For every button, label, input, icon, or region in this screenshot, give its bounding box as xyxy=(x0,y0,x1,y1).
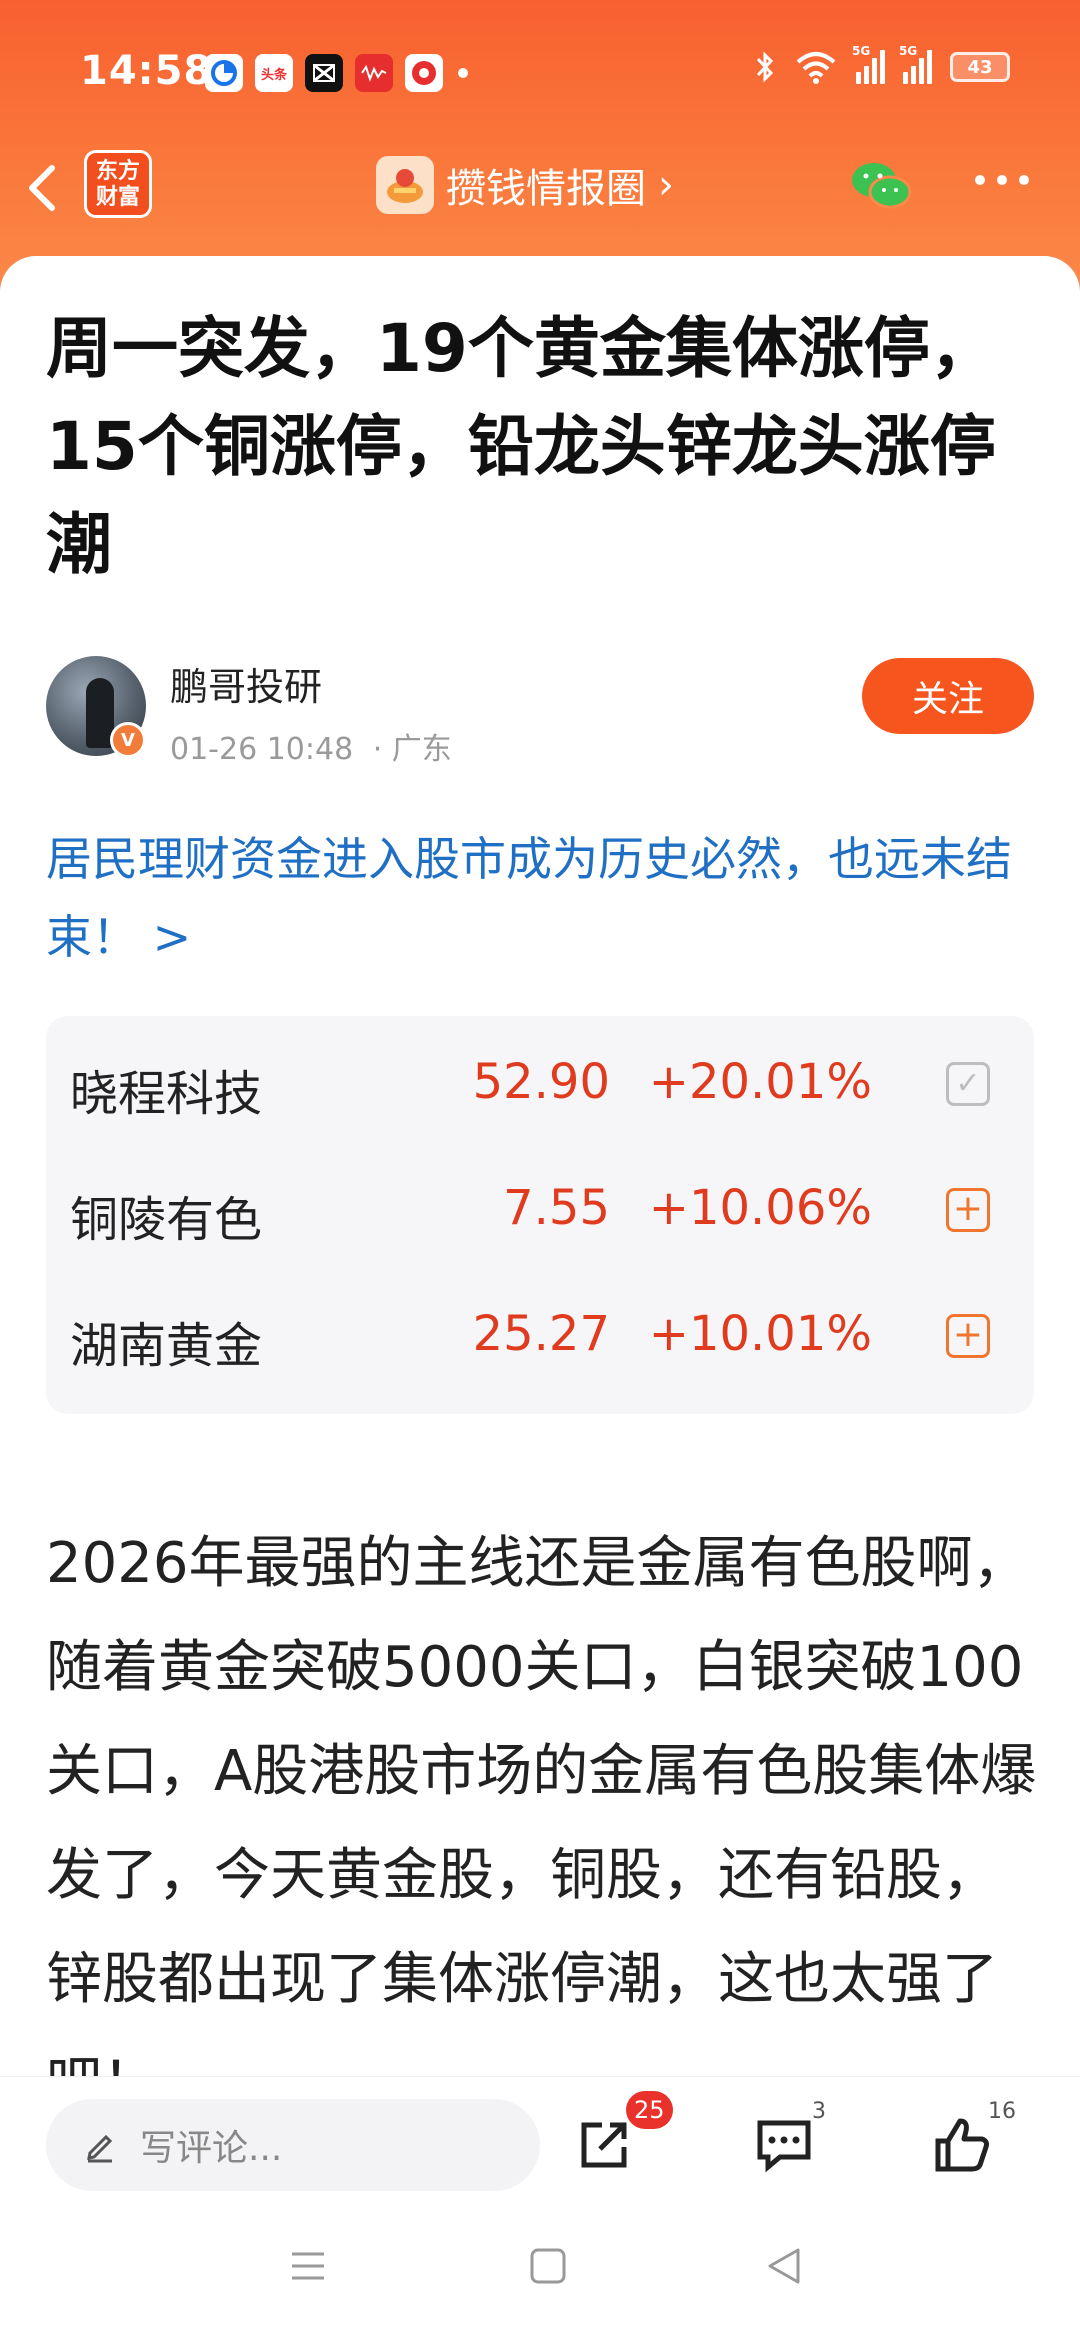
add-watchlist-icon[interactable]: + xyxy=(946,1188,990,1232)
watchlist-checked-icon[interactable]: ✓ xyxy=(946,1062,990,1106)
signal-5g-icon: 5G xyxy=(852,44,885,84)
post-location: · 广东 xyxy=(372,732,452,767)
article-body: 2026年最强的主线还是金属有色股啊，随着黄金突破5000关口，白银突破100关… xyxy=(46,1531,1037,2080)
more-options-icon[interactable] xyxy=(972,150,1032,201)
post-time: 01-26 10:48 xyxy=(170,732,354,767)
verified-badge: V xyxy=(110,722,146,758)
chevron-right-icon: › xyxy=(658,162,674,208)
wechat-share-icon[interactable] xyxy=(850,160,912,212)
author-name[interactable]: 鹏哥投研 xyxy=(170,656,322,711)
promo-link[interactable]: 居民理财资金进入股市成为历史必然，也远未结束！ > xyxy=(46,820,1036,976)
toutiao-app-icon: 头条 xyxy=(255,54,293,92)
comment-input[interactable]: 写评论... xyxy=(46,2099,540,2191)
bluetooth-icon xyxy=(756,51,774,83)
stock-name: 铜陵有色 xyxy=(70,1192,263,1248)
notification-app-icons: 头条 xyxy=(205,54,443,92)
circle-avatar xyxy=(376,156,434,214)
reward-app-icon xyxy=(405,54,443,92)
home-icon[interactable] xyxy=(528,2246,568,2286)
add-watchlist-icon[interactable]: + xyxy=(946,1314,990,1358)
screen: 14:58 头条 5G 5G 43 东方财富 攒钱情报圈 › 周一突发，19个黄… xyxy=(0,0,1080,2344)
back-icon[interactable] xyxy=(22,160,72,216)
stock-price: 7.55 xyxy=(503,1180,610,1236)
stock-list: 晓程科技 52.90 +20.01% ✓ 铜陵有色 7.55 +10.06% +… xyxy=(46,1016,1034,1414)
follow-button[interactable]: 关注 xyxy=(862,658,1034,734)
stock-change: +20.01% xyxy=(648,1054,872,1110)
article-title: 周一突发，19个黄金集体涨停，15个铜涨停，铅龙头锌龙头涨停潮 xyxy=(46,310,996,583)
browser-app-icon xyxy=(205,54,243,92)
like-icon[interactable] xyxy=(932,2115,992,2175)
stock-change: +10.06% xyxy=(648,1180,872,1236)
system-nav-bar xyxy=(0,2206,1080,2344)
music-app-icon xyxy=(355,54,393,92)
share-icon[interactable] xyxy=(574,2115,634,2175)
stock-row[interactable]: 铜陵有色 7.55 +10.06% + xyxy=(46,1142,1034,1268)
comment-icon[interactable] xyxy=(754,2115,814,2175)
bottom-action-bar: 写评论... 25 3 16 xyxy=(0,2076,1080,2206)
wifi-icon xyxy=(796,52,836,84)
eastmoney-logo[interactable]: 东方财富 xyxy=(84,150,152,218)
circle-name: 攒钱情报圈 xyxy=(446,166,646,212)
author-meta: 01-26 10:48 · 广东 xyxy=(170,724,452,768)
battery-icon: 43 xyxy=(950,52,1010,82)
stock-name: 湖南黄金 xyxy=(70,1318,263,1374)
pencil-icon xyxy=(87,2134,113,2163)
stock-price: 52.90 xyxy=(472,1054,610,1110)
stock-name: 晓程科技 xyxy=(70,1066,263,1122)
stock-row[interactable]: 晓程科技 52.90 +20.01% ✓ xyxy=(46,1016,1034,1142)
back-nav-icon[interactable] xyxy=(764,2246,804,2286)
status-indicators: 5G 5G 43 xyxy=(754,44,1010,84)
status-bar: 14:58 头条 5G 5G 43 xyxy=(0,0,1080,140)
capcut-app-icon xyxy=(305,54,343,92)
comment-count: 3 xyxy=(812,2099,826,2124)
stock-change: +10.01% xyxy=(648,1306,872,1362)
menu-icon[interactable] xyxy=(288,2246,328,2286)
comment-placeholder: 写评论... xyxy=(140,2128,283,2169)
stock-row[interactable]: 湖南黄金 25.27 +10.01% + xyxy=(46,1268,1034,1394)
signal-5g-secondary-icon: 5G xyxy=(899,44,932,84)
notification-dot-icon xyxy=(458,68,468,78)
share-count-badge: 25 xyxy=(626,2091,673,2129)
circle-title-link[interactable]: 攒钱情报圈 › xyxy=(376,156,674,214)
stock-price: 25.27 xyxy=(472,1306,610,1362)
like-count: 16 xyxy=(988,2099,1016,2124)
status-time: 14:58 xyxy=(80,48,213,94)
